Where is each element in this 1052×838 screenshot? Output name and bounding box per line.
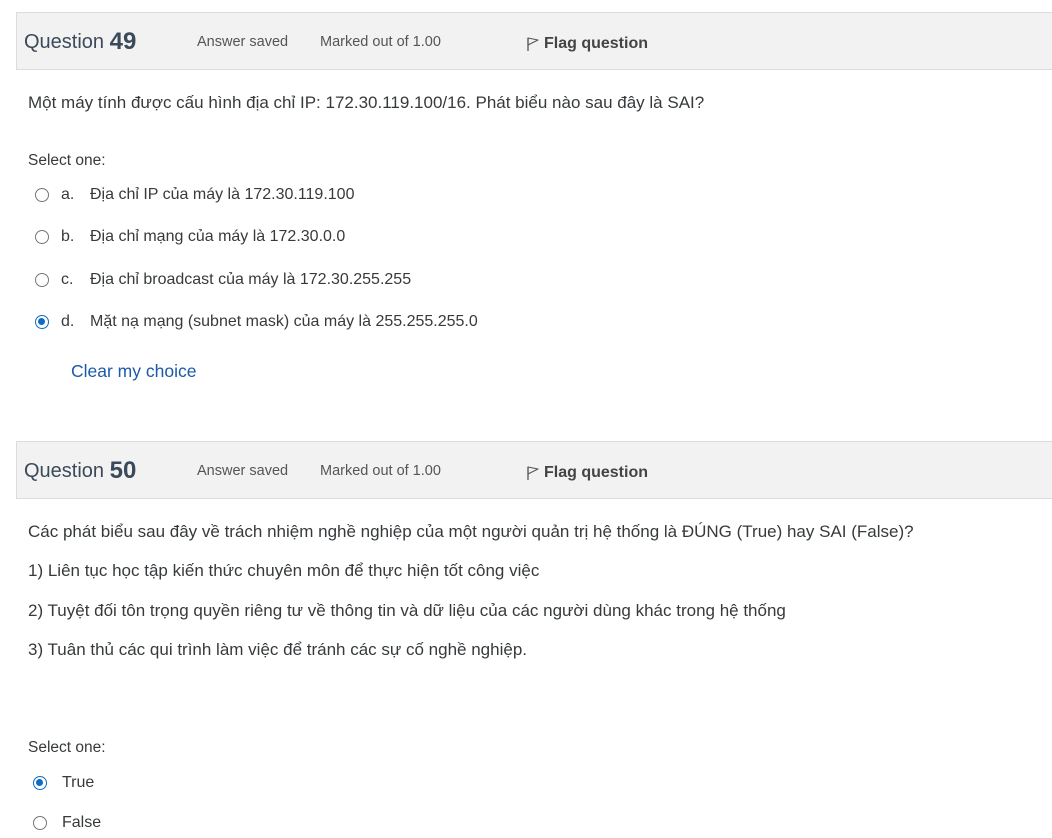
question-title-prefix: Question — [24, 31, 105, 53]
question-text: Các phát biểu sau đây về trách nhiệm ngh… — [28, 522, 914, 541]
clear-my-choice-link[interactable]: Clear my choice — [71, 361, 196, 382]
radio-icon[interactable] — [35, 273, 49, 287]
flag-question-button[interactable]: Flag question — [526, 461, 648, 482]
question-header: Question 50 Answer saved Marked out of 1… — [16, 441, 1052, 499]
question-text: 2) Tuyệt đối tôn trọng quyền riêng tư về… — [28, 601, 786, 620]
option-letter: c. — [61, 271, 74, 288]
option-letter: a. — [61, 186, 75, 203]
radio-icon[interactable] — [35, 188, 49, 202]
question-title-prefix: Question — [24, 460, 105, 482]
select-one-label: Select one: — [28, 152, 106, 169]
radio-icon[interactable] — [33, 776, 47, 790]
option-text: True — [62, 774, 95, 791]
question-title: Question 50 — [24, 456, 136, 484]
select-one-label: Select one: — [28, 739, 106, 756]
question-number: 50 — [109, 457, 137, 484]
option-text: Mặt nạ mạng (subnet mask) của máy là 255… — [90, 313, 478, 330]
option-letter: d. — [61, 313, 75, 330]
flag-icon — [527, 466, 539, 480]
question-text: 3) Tuân thủ các qui trình làm việc để tr… — [28, 640, 528, 659]
option-letter: b. — [61, 228, 75, 245]
flag-question-label: Flag question — [544, 464, 648, 481]
question-number: 49 — [109, 28, 137, 55]
radio-icon[interactable] — [33, 816, 47, 830]
question-header: Question 49 Answer saved Marked out of 1… — [16, 12, 1052, 70]
flag-question-button[interactable]: Flag question — [526, 32, 648, 53]
question-state: Answer saved — [197, 463, 289, 479]
flag-icon — [527, 37, 539, 51]
option-text: False — [62, 814, 102, 831]
option-text: Địa chỉ mạng của máy là 172.30.0.0 — [90, 228, 346, 245]
question-grade: Marked out of 1.00 — [320, 34, 441, 50]
question-text: Một máy tính được cấu hình địa chỉ IP: 1… — [28, 93, 705, 112]
question-grade: Marked out of 1.00 — [320, 463, 441, 479]
option-text: Địa chỉ broadcast của máy là 172.30.255.… — [90, 271, 412, 288]
question-text: 1) Liên tục học tập kiến thức chuyên môn… — [28, 561, 540, 580]
flag-question-label: Flag question — [544, 35, 648, 52]
question-title: Question 49 — [24, 27, 136, 55]
question-state: Answer saved — [197, 34, 289, 50]
radio-icon[interactable] — [35, 230, 49, 244]
option-text: Địa chỉ IP của máy là 172.30.119.100 — [90, 186, 355, 203]
radio-icon[interactable] — [35, 315, 49, 329]
